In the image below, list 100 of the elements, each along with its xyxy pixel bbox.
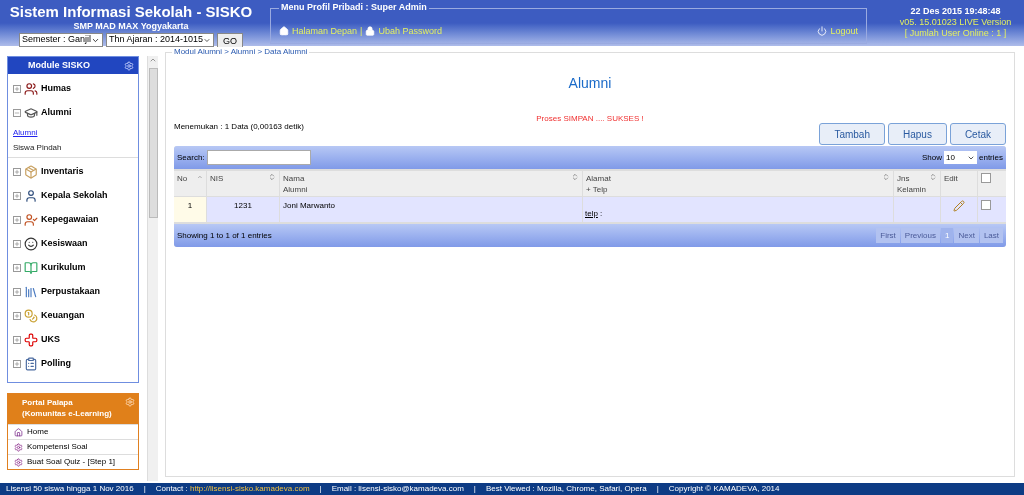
column-header[interactable]: Jns Kelamin	[894, 171, 940, 196]
sort-ascending-icon	[197, 173, 203, 181]
expand-toggle-icon[interactable]	[13, 240, 21, 248]
search-label: Search:	[177, 151, 205, 164]
checkbox[interactable]	[981, 173, 991, 183]
home-icon	[279, 26, 289, 37]
module-item[interactable]: Perpustakaan	[41, 285, 101, 299]
footer-separator: |	[656, 484, 659, 494]
version-text: v05. 15.01023 LIVE Version	[899, 17, 1012, 28]
success-message: Proses SIMPAN .... SUKSES !	[536, 113, 644, 125]
column-header[interactable]: Edit	[941, 171, 977, 196]
submenu-link[interactable]: Alumni	[13, 126, 38, 139]
sort-icon	[571, 173, 579, 181]
portal-title: Portal Palapa	[22, 397, 74, 408]
show-label: Show	[921, 151, 942, 164]
column-header[interactable]: Nama Alumni	[280, 171, 582, 196]
module-item[interactable]: UKS	[41, 333, 60, 347]
expand-toggle-icon[interactable]	[13, 360, 21, 368]
year-select[interactable]: Thn Ajaran : 2014-1015	[106, 33, 214, 47]
expand-toggle-icon[interactable]	[13, 109, 21, 117]
expand-toggle-icon[interactable]	[13, 216, 21, 224]
box-icon	[24, 165, 38, 179]
table-cell: 1231	[207, 197, 279, 222]
contact-label: Contact :	[155, 484, 189, 494]
cross-icon	[24, 333, 38, 347]
page-heading: Alumni	[568, 74, 612, 93]
scroll-up-icon[interactable]	[149, 56, 157, 64]
portal-menu-item[interactable]: Kompetensi Soal	[27, 441, 88, 453]
entries-select[interactable]: 10	[944, 151, 977, 164]
expand-toggle-icon[interactable]	[13, 336, 21, 344]
module-title: Module SISKO	[28, 58, 90, 72]
smiley-icon	[24, 237, 38, 251]
app-title: Sistem Informasi Sekolah - SISKO	[9, 2, 253, 21]
footer-separator: |	[143, 484, 146, 494]
footer-separator: |	[319, 484, 322, 494]
copyright-text: Copyright © KAMADEVA, 2014	[668, 484, 780, 494]
coins-icon	[24, 309, 38, 323]
scroll-thumb[interactable]	[148, 68, 158, 218]
column-header[interactable]: Alamat + Telp	[583, 171, 893, 196]
clipboard-icon	[24, 357, 38, 371]
profile-menu-legend: Menu Profil Pribadi : Super Admin	[279, 2, 429, 13]
license-text: Lisensi 50 siswa hingga 1 Nov 2016	[6, 484, 134, 494]
collapse-icon[interactable]	[125, 397, 135, 407]
people-icon	[24, 82, 38, 96]
breadcrumb: Modul Alumni > Alumni > Data Alumni	[172, 47, 310, 57]
module-item[interactable]: Polling	[41, 357, 71, 371]
action-button[interactable]: Cetak	[949, 123, 1006, 145]
module-item[interactable]: Kurikulum	[41, 261, 86, 275]
result-count-text: Menemukan : 1 Data (0,00163 detik)	[174, 121, 304, 133]
footer-separator: |	[473, 484, 476, 494]
semester-select[interactable]: Semester : Ganjil	[19, 33, 103, 47]
expand-toggle-icon[interactable]	[13, 192, 21, 200]
checkbox[interactable]	[981, 200, 991, 210]
person-check-icon	[24, 213, 38, 227]
module-item[interactable]: Inventaris	[41, 165, 84, 179]
portal-menu-item[interactable]: Buat Soal Quiz - [Step 1]	[27, 456, 116, 468]
expand-toggle-icon[interactable]	[13, 85, 21, 93]
expand-toggle-icon[interactable]	[13, 288, 21, 296]
online-count-text: [ Jumlah User Online : 1 ]	[904, 28, 1007, 39]
scrollbar[interactable]	[147, 56, 158, 481]
column-header[interactable]: NIS	[207, 171, 279, 196]
portal-subtitle: (Komunitas e-Learning)	[22, 408, 112, 419]
telp-link[interactable]: telp	[585, 208, 598, 220]
contact-link[interactable]: http://lisensi-sisko.kamadeva.com	[189, 484, 310, 494]
action-button[interactable]: Hapus	[887, 123, 947, 145]
portal-menu-item[interactable]: Home	[27, 426, 49, 438]
lock-icon	[365, 26, 376, 37]
library-icon	[24, 285, 38, 299]
table-cell: Joni Marwanto	[280, 197, 582, 222]
home-icon	[14, 427, 23, 437]
collapse-icon[interactable]	[124, 60, 134, 71]
telp-value: :	[599, 208, 603, 220]
module-item[interactable]: Humas	[41, 82, 71, 96]
sort-icon	[268, 173, 276, 181]
search-field[interactable]	[206, 150, 311, 165]
submenu-link[interactable]: Siswa Pindah	[13, 141, 62, 154]
gear-icon	[14, 442, 23, 452]
gear-icon	[14, 457, 23, 467]
person-icon	[24, 189, 38, 203]
expand-toggle-icon[interactable]	[13, 168, 21, 176]
column-header[interactable]	[978, 171, 1006, 196]
browser-text: Best Viewed : Mozilla, Chrome, Safari, Opera	[485, 484, 647, 494]
module-item[interactable]: Kepegawaian	[41, 213, 99, 227]
expand-toggle-icon[interactable]	[13, 312, 21, 320]
sort-icon	[882, 173, 890, 181]
edit-icon[interactable]	[953, 200, 965, 212]
module-item[interactable]: Alumni	[41, 106, 72, 120]
module-item[interactable]: Keuangan	[41, 309, 85, 323]
entries-label: entries	[979, 151, 1003, 164]
datetime-text: 22 Des 2015 19:48:48	[910, 6, 1001, 17]
table-info-text: Showing 1 to 1 of 1 entries	[177, 229, 272, 242]
action-button[interactable]: Tambah	[819, 123, 885, 145]
column-header[interactable]: No	[174, 171, 206, 196]
logout-icon	[817, 26, 828, 37]
module-item[interactable]: Kepala Sekolah	[41, 189, 108, 203]
table-cell: 1	[174, 197, 206, 222]
school-name: SMP MAD MAX Yogyakarta	[73, 21, 189, 32]
module-item[interactable]: Kesiswaan	[41, 237, 88, 251]
email-text: Email : lisensi-sisko@kamadeva.com	[331, 484, 464, 494]
expand-toggle-icon[interactable]	[13, 264, 21, 272]
